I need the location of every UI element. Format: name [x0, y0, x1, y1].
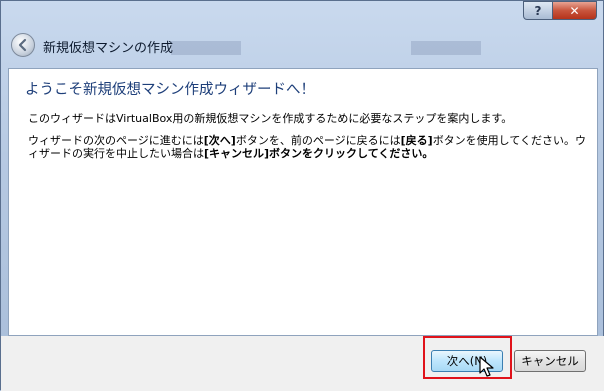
caption-buttons: ? ✕ — [523, 1, 597, 20]
button-bar: 次へ(N) キャンセル — [1, 336, 604, 391]
page-heading: ようこそ新規仮想マシン作成ウィザードへ！ — [25, 82, 315, 98]
intro-paragraph: このウィザードはVirtualBox用の新規仮想マシンを作成するために必要なステ… — [28, 112, 513, 125]
instructions-text-1: ウィザードの次のページに進むには — [28, 134, 204, 147]
help-button[interactable]: ? — [523, 1, 553, 20]
mouse-cursor-icon — [479, 356, 494, 377]
wizard-content: ようこそ新規仮想マシン作成ウィザードへ！ このウィザードはVirtualBox用… — [8, 68, 598, 336]
instructions-bold-cancel: [キャンセル]ボタンをクリックしてください。 — [204, 147, 434, 160]
wizard-window: ? ✕ 新規仮想マシンの作成 ようこそ新規仮想マシン作成ウィザードへ！ このウィ… — [0, 0, 604, 391]
background-blur — [411, 41, 481, 55]
instructions-bold-back: [戻る] — [400, 134, 433, 147]
cancel-button[interactable]: キャンセル — [514, 350, 586, 372]
instructions-text-2: ボタンを、前のページに戻るには — [235, 134, 401, 147]
window-title: 新規仮想マシンの作成 — [43, 41, 174, 56]
background-blur — [171, 41, 241, 55]
instructions-bold-next: [次へ] — [203, 134, 236, 147]
instructions-paragraph: ウィザードの次のページに進むには[次へ]ボタンを、前のページに戻るには[戻る]ボ… — [28, 134, 588, 160]
close-button[interactable]: ✕ — [553, 1, 597, 20]
back-button[interactable] — [11, 33, 35, 57]
back-arrow-icon — [18, 38, 27, 52]
